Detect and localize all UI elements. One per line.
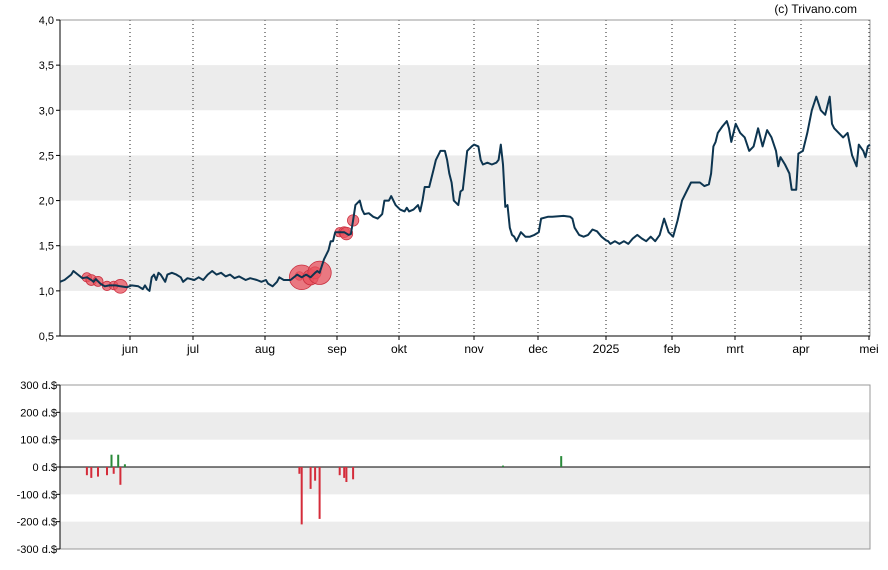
sell-bar [300,467,303,525]
grid-band [60,467,870,495]
y-tick-label: -100 d.$ [17,489,57,501]
x-tick-label: okt [391,342,408,356]
buy-bar [110,454,113,467]
y-tick-label: 1,0 [39,286,54,298]
y-tick-label: 2,0 [39,196,54,208]
x-tick-label: mei [859,342,878,356]
grid-band [60,65,870,111]
y-tick-label: 200 d.$ [20,407,57,419]
price-panel: 0,5 1,0 1,5 2,0 2,5 3,0 3,5 4,0 jun jul aug sep okt… [39,15,879,356]
sell-bar [106,467,108,476]
x-tick-label: dec [528,342,547,356]
buy-bar [123,464,126,467]
y-tick-label: 300 d.$ [20,380,57,392]
sell-bar [97,467,99,477]
sell-bar [345,467,348,482]
y-tick-label: 4,0 [39,15,54,27]
chart-canvas: 0,5 1,0 1,5 2,0 2,5 3,0 3,5 4,0 jun jul aug sep okt… [17,2,879,556]
y-tick-label: 2,5 [39,150,54,162]
grid-band [60,521,870,549]
sell-bar [298,467,301,474]
sell-bar [318,467,321,519]
sell-bar [90,467,93,478]
sell-bar [343,467,346,478]
sell-bar [309,467,312,489]
x-tick-label: mrt [726,342,744,356]
sell-bar [352,467,355,480]
y-tick-label: 100 d.$ [20,435,57,447]
y-tick-label: 3,5 [39,60,54,72]
y-tick-label: 0,5 [39,331,54,343]
grid-band [60,245,870,291]
x-tick-label: aug [255,342,275,356]
volume-panel: -300 d.$ -200 d.$ -100 d.$ 0 d.$ 100 d.$ 200 … [17,380,871,556]
buy-bar [117,454,120,467]
x-tick-label: jul [186,342,199,356]
y-tick-label: -300 d.$ [17,544,57,556]
sell-bar [338,467,341,476]
buy-bar [560,456,563,467]
sell-bar [112,467,115,474]
x-tick-label: jun [121,342,138,356]
x-tick-label: apr [792,342,809,356]
y-tick-label: 3,0 [39,105,54,117]
buy-bar [502,465,504,467]
x-tick-label: feb [664,342,681,356]
sell-bar [119,467,122,485]
x-tick-label: 2025 [593,342,620,356]
sell-bar [85,467,88,476]
x-tick-label: sep [327,342,347,356]
credit-label: (c) Trivano.com [774,2,857,16]
grid-band [60,412,870,440]
sell-bar [314,467,317,481]
y-tick-label: 0 d.$ [33,462,57,474]
stock-chart: 0,5 1,0 1,5 2,0 2,5 3,0 3,5 4,0 jun jul aug sep okt… [0,0,888,565]
x-tick-label: nov [464,342,483,356]
y-tick-label: -200 d.$ [17,517,57,529]
y-tick-label: 1,5 [39,241,54,253]
